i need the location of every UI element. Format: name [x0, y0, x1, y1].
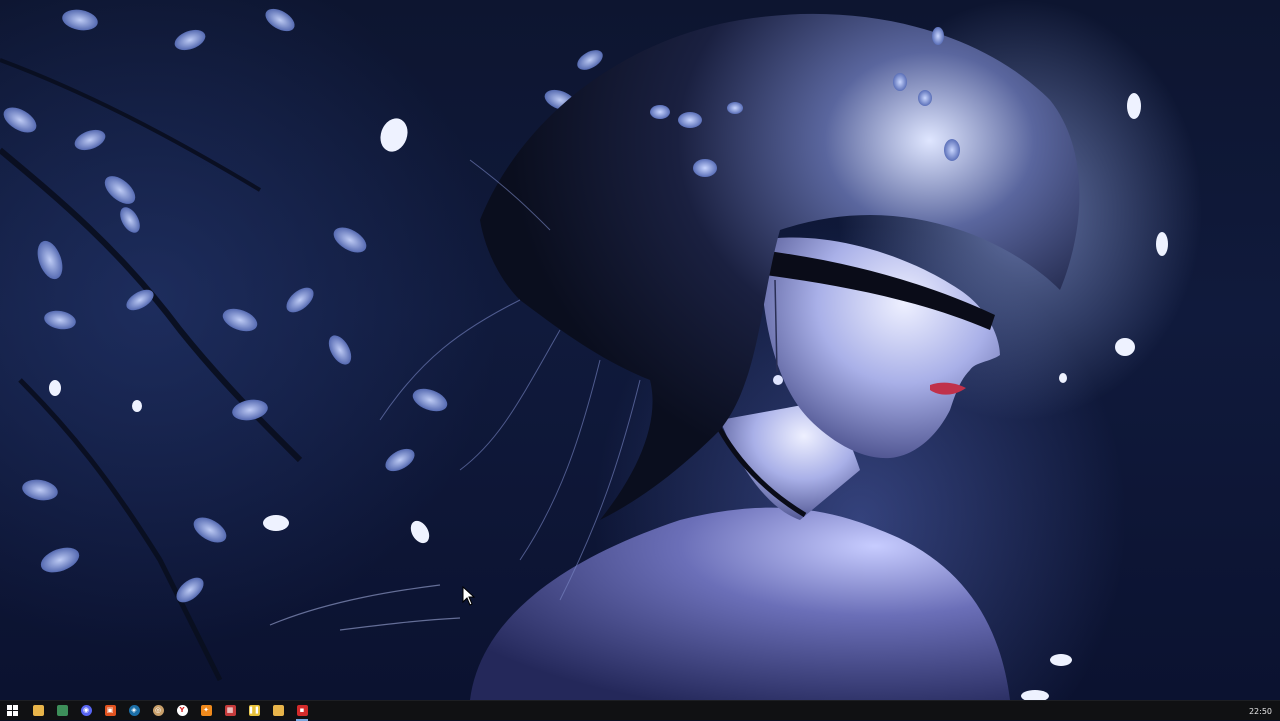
red-app-icon: ▪: [296, 705, 308, 716]
start-button[interactable]: [0, 701, 24, 721]
taskbar-app-yandex-browser[interactable]: Y: [170, 701, 194, 721]
yandex-icon: Y: [176, 705, 188, 716]
taskbar-app-list: ◉ ▣ ◈ ◎ Y ✦ ▦ ❚❚ ▪: [26, 701, 314, 721]
taskbar-app-app-orange[interactable]: ▣: [98, 701, 122, 721]
blossom-branch-left: [0, 8, 603, 682]
taskbar-app-discord[interactable]: ◉: [74, 701, 98, 721]
fox-icon: ✦: [200, 705, 212, 716]
taskbar-app-app-red[interactable]: ▪: [290, 701, 314, 721]
steam-icon: ◈: [128, 705, 140, 716]
circle-app-icon: ◎: [152, 705, 164, 716]
mouse-cursor-icon: [462, 586, 476, 606]
tile-app-icon: ▦: [224, 705, 236, 716]
wallpaper-illustration: [0, 8, 1168, 700]
windows-logo-icon: [6, 705, 18, 716]
taskbar-app-app-generic-green[interactable]: [50, 701, 74, 721]
desktop-wallpaper: [0, 0, 1280, 700]
shoulder: [470, 507, 1010, 700]
bars-icon: ❚❚: [248, 705, 260, 716]
taskbar: ◉ ▣ ◈ ◎ Y ✦ ▦ ❚❚ ▪ 22:50: [0, 700, 1280, 721]
taskbar-clock[interactable]: 22:50: [1249, 701, 1272, 721]
calendar-icon: [56, 705, 68, 716]
folder-icon: [32, 705, 44, 716]
app-orange-icon: ▣: [104, 705, 116, 716]
document-icon: [272, 705, 284, 716]
taskbar-app-app-multicolor[interactable]: ▦: [218, 701, 242, 721]
taskbar-app-steam[interactable]: ◈: [122, 701, 146, 721]
taskbar-app-app-document[interactable]: [266, 701, 290, 721]
discord-icon: ◉: [80, 705, 92, 716]
taskbar-app-app-bars[interactable]: ❚❚: [242, 701, 266, 721]
taskbar-app-app-fox[interactable]: ✦: [194, 701, 218, 721]
taskbar-app-file-explorer[interactable]: [26, 701, 50, 721]
taskbar-app-app-circle[interactable]: ◎: [146, 701, 170, 721]
